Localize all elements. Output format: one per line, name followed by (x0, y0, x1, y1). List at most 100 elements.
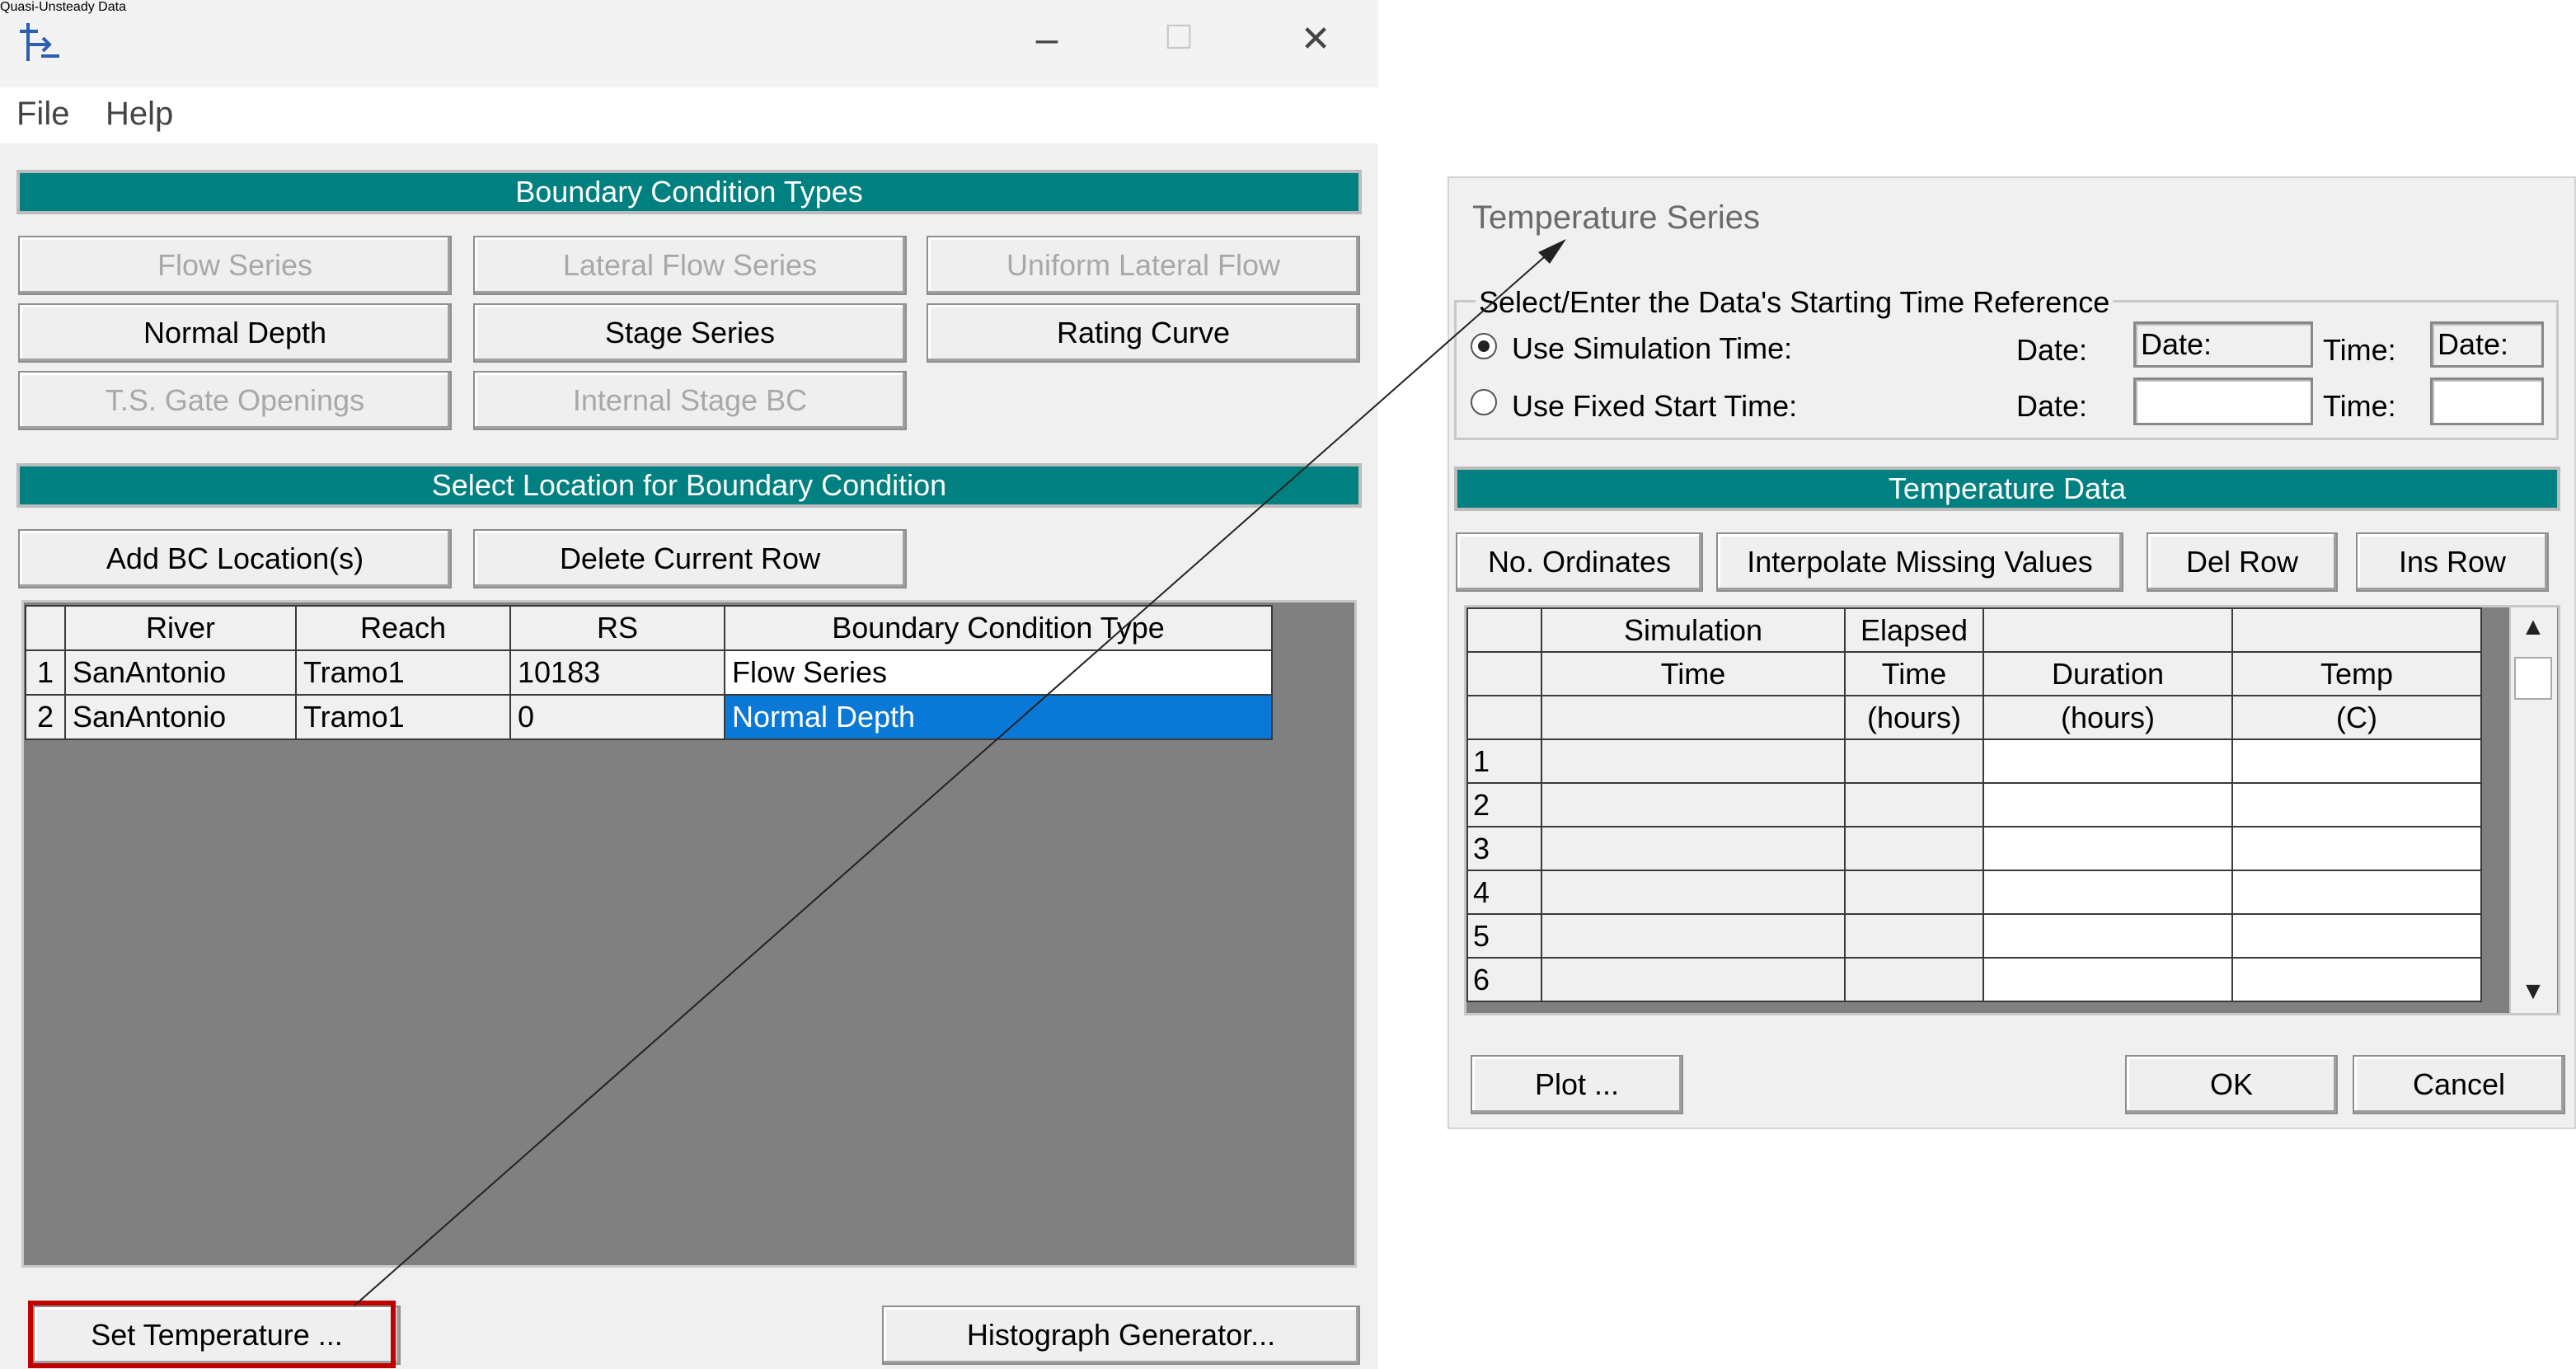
temperature-data-header: Temperature Data (1454, 466, 2560, 511)
ts-gate-openings-button[interactable]: T.S. Gate Openings (18, 371, 452, 430)
menu-file[interactable]: File (16, 96, 69, 133)
cell-reach[interactable]: Tramo1 (295, 694, 511, 740)
table-row[interactable]: 1 (1466, 738, 2482, 784)
cell-simulation-time[interactable] (1541, 782, 1846, 827)
cell-duration[interactable] (1982, 738, 2233, 784)
fixed-time-input[interactable] (2430, 377, 2544, 425)
cell-duration[interactable] (1982, 957, 2233, 1002)
bc-types-header: Boundary Condition Types (16, 170, 1362, 214)
lateral-flow-series-button[interactable]: Lateral Flow Series (473, 236, 907, 295)
cell-temp[interactable] (2231, 826, 2482, 871)
histograph-generator-button[interactable]: Histograph Generator... (882, 1306, 1360, 1365)
cell-bc-type[interactable]: Flow Series (724, 649, 1273, 696)
column-reach[interactable]: Reach (295, 605, 511, 651)
row-number[interactable]: 6 (1466, 957, 1542, 1002)
column-elapsed-time: Time (1844, 651, 1984, 696)
corner-cell (1466, 651, 1542, 696)
interpolate-missing-values-button[interactable]: Interpolate Missing Values (1716, 532, 2123, 592)
uniform-lateral-flow-button[interactable]: Uniform Lateral Flow (927, 236, 1360, 295)
ins-row-button[interactable]: Ins Row (2356, 532, 2549, 592)
normal-depth-button[interactable]: Normal Depth (18, 303, 452, 363)
table-row[interactable]: 3 (1466, 826, 2482, 871)
table-row[interactable]: 1 SanAntonio Tramo1 10183 Flow Series (25, 649, 1273, 696)
corner-cell (1466, 607, 1542, 653)
temperature-window-title: Temperature Series (1472, 199, 1761, 236)
plot-button[interactable]: Plot ... (1471, 1055, 1683, 1114)
cell-duration[interactable] (1982, 782, 2233, 827)
delete-current-row-button[interactable]: Delete Current Row (473, 529, 907, 588)
scroll-thumb[interactable] (2514, 657, 2552, 700)
cell-river[interactable]: SanAntonio (64, 649, 297, 696)
cell-simulation-time[interactable] (1541, 957, 1846, 1002)
maximize-icon[interactable]: ☐ (1154, 21, 1204, 54)
table-row[interactable]: 2 (1466, 782, 2482, 827)
table-row[interactable]: 5 (1466, 913, 2482, 959)
cell-bc-type-selected[interactable]: Normal Depth (724, 694, 1273, 740)
row-number[interactable]: 2 (1466, 782, 1542, 827)
time-reference-label: Select/Enter the Data's Starting Time Re… (1476, 285, 2114, 320)
row-number[interactable]: 2 (25, 694, 66, 740)
corner-cell (1466, 695, 1542, 740)
cell-temp[interactable] (2231, 782, 2482, 827)
cell-duration[interactable] (1982, 870, 2233, 915)
fixed-date-input[interactable] (2133, 377, 2313, 425)
cell-temp[interactable] (2231, 738, 2482, 784)
table-row[interactable]: 2 SanAntonio Tramo1 0 Normal Depth (25, 694, 1273, 740)
scroll-up-icon[interactable]: ▲ (2509, 613, 2557, 641)
cell-duration[interactable] (1982, 913, 2233, 959)
cancel-button[interactable]: Cancel (2353, 1055, 2565, 1114)
cell-rs[interactable]: 10183 (509, 649, 725, 696)
cell-temp[interactable] (2231, 913, 2482, 959)
cell-elapsed-time[interactable] (1844, 870, 1984, 915)
cell-elapsed-time[interactable] (1844, 913, 1984, 959)
row-number[interactable]: 5 (1466, 913, 1542, 959)
cell-river[interactable]: SanAntonio (64, 694, 297, 740)
row-number[interactable]: 1 (25, 649, 66, 696)
table-row[interactable]: 4 (1466, 870, 2482, 915)
cell-simulation-time[interactable] (1541, 738, 1846, 784)
cell-elapsed-time[interactable] (1844, 957, 1984, 1002)
row-number[interactable]: 4 (1466, 870, 1542, 915)
flow-series-button[interactable]: Flow Series (18, 236, 452, 295)
radio-fixed-start-time[interactable] (1471, 389, 1497, 415)
radio-simulation-time[interactable] (1471, 333, 1497, 359)
cell-elapsed-time[interactable] (1844, 738, 1984, 784)
cell-simulation-time[interactable] (1541, 913, 1846, 959)
menu-help[interactable]: Help (106, 96, 173, 133)
column-duration: Duration (1982, 651, 2233, 696)
cell-simulation-time[interactable] (1541, 870, 1846, 915)
temperature-table: Simulation Elapsed Time Time Duration Te… (1466, 607, 2482, 1002)
sim-time-field[interactable]: Date: (2430, 321, 2544, 368)
column-simulation-unit (1541, 695, 1846, 740)
cell-temp[interactable] (2231, 957, 2482, 1002)
minimize-icon[interactable]: – (1022, 20, 1072, 59)
close-icon[interactable]: ✕ (1291, 21, 1340, 58)
column-bc-type[interactable]: Boundary Condition Type (724, 605, 1273, 651)
cell-temp[interactable] (2231, 870, 2482, 915)
row-number[interactable]: 3 (1466, 826, 1542, 871)
column-simulation-top: Simulation (1541, 607, 1846, 653)
scroll-down-icon[interactable]: ▼ (2509, 978, 2557, 1006)
use-fixed-start-time-label: Use Fixed Start Time: (1512, 389, 1798, 423)
cell-rs[interactable]: 0 (509, 694, 725, 740)
column-duration-top (1982, 607, 2233, 653)
del-row-button[interactable]: Del Row (2147, 532, 2338, 592)
cell-duration[interactable] (1982, 826, 2233, 871)
add-bc-location-button[interactable]: Add BC Location(s) (18, 529, 452, 588)
stage-series-button[interactable]: Stage Series (473, 303, 907, 363)
table-row[interactable]: 6 (1466, 957, 2482, 1002)
cell-elapsed-time[interactable] (1844, 782, 1984, 827)
ok-button[interactable]: OK (2125, 1055, 2338, 1114)
use-simulation-time-label: Use Simulation Time: (1512, 331, 1793, 365)
internal-stage-bc-button[interactable]: Internal Stage BC (473, 371, 907, 430)
column-elapsed-top: Elapsed (1844, 607, 1984, 653)
row-number[interactable]: 1 (1466, 738, 1542, 784)
column-river[interactable]: River (64, 605, 297, 651)
cell-simulation-time[interactable] (1541, 826, 1846, 871)
sim-date-field[interactable]: Date: (2133, 321, 2313, 368)
rating-curve-button[interactable]: Rating Curve (927, 303, 1360, 363)
cell-reach[interactable]: Tramo1 (295, 649, 511, 696)
no-ordinates-button[interactable]: No. Ordinates (1456, 532, 1703, 592)
column-rs[interactable]: RS (509, 605, 725, 651)
cell-elapsed-time[interactable] (1844, 826, 1984, 871)
